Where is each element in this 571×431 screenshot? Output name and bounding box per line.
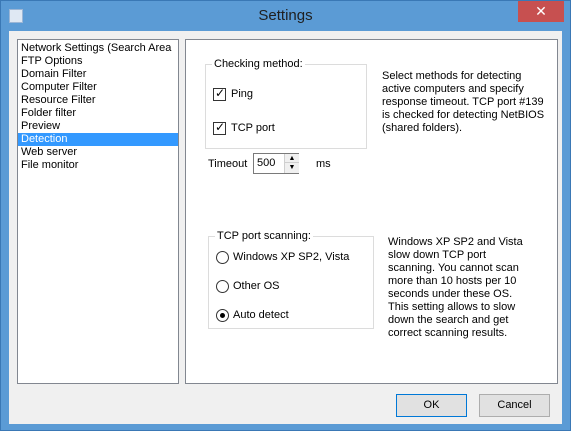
nav-item-resource-filter[interactable]: Resource Filter [18, 94, 178, 107]
nav-item-domain-filter[interactable]: Domain Filter [18, 68, 178, 81]
nav-item-web-server[interactable]: Web server [18, 146, 178, 159]
window-title: Settings [258, 7, 313, 24]
radio-selected-dot-icon [220, 312, 225, 318]
checkmark-icon: ✓ [215, 85, 226, 100]
windows-xp-radio[interactable] [216, 250, 229, 264]
tcp-port-checkbox[interactable]: ✓ [213, 119, 226, 135]
nav-item-preview[interactable]: Preview [18, 120, 178, 133]
other-os-label: Other OS [233, 280, 280, 292]
radio-row-windows-xp[interactable]: Windows XP SP2, Vista [216, 250, 349, 264]
auto-detect-radio[interactable] [216, 308, 229, 322]
spin-up-arrow-icon[interactable]: ▲ [285, 154, 299, 163]
other-os-radio[interactable] [216, 279, 229, 293]
nav-item-file-monitor[interactable]: File monitor [18, 159, 178, 172]
close-button[interactable]: ✕ [518, 1, 564, 22]
tcp-port-scanning-caption: TCP port scanning: [215, 230, 313, 243]
ping-checkbox[interactable]: ✓ [213, 85, 226, 101]
auto-detect-label: Auto detect [233, 309, 289, 321]
nav-item-folder-filter[interactable]: Folder filter [18, 107, 178, 120]
nav-item-network-settings[interactable]: Network Settings (Search Area [18, 42, 178, 55]
tcp-port-scanning-description: Windows XP SP2 and Vista slow down TCP p… [388, 236, 523, 339]
ping-checkbox-row[interactable]: ✓ Ping [213, 85, 254, 101]
timeout-spinner[interactable]: ▲ ▼ [253, 153, 299, 174]
radio-row-other-os[interactable]: Other OS [216, 279, 279, 293]
checking-method-caption: Checking method: [212, 58, 305, 71]
settings-window: Settings ✕ Network Settings (Search Area… [0, 0, 571, 431]
tcp-port-label: TCP port [231, 122, 275, 134]
timeout-spinner-buttons: ▲ ▼ [284, 154, 299, 173]
timeout-input[interactable] [254, 154, 284, 173]
cancel-button[interactable]: Cancel [479, 394, 550, 417]
ping-label: Ping [231, 88, 254, 100]
checking-method-group: Checking method: ✓ Ping ✓ TCP port [205, 58, 367, 149]
nav-item-computer-filter[interactable]: Computer Filter [18, 81, 178, 94]
settings-category-list[interactable]: Network Settings (Search Area FTP Option… [17, 39, 179, 384]
timeout-unit-label: ms [316, 158, 331, 170]
nav-item-detection[interactable]: Detection [18, 133, 178, 146]
tcp-port-scanning-group: TCP port scanning: Windows XP SP2, Vista… [208, 230, 374, 329]
dialog-client-area: Network Settings (Search Area FTP Option… [9, 31, 562, 424]
timeout-label: Timeout [208, 158, 248, 170]
ok-button[interactable]: OK [396, 394, 467, 417]
checking-method-description: Select methods for detecting active comp… [382, 70, 545, 134]
radio-row-auto-detect[interactable]: Auto detect [216, 308, 289, 322]
windows-xp-label: Windows XP SP2, Vista [233, 251, 350, 263]
nav-item-ftp-options[interactable]: FTP Options [18, 55, 178, 68]
detection-settings-panel: Checking method: ✓ Ping ✓ TCP port Selec… [185, 39, 558, 384]
tcp-port-checkbox-row[interactable]: ✓ TCP port [213, 119, 275, 135]
checkmark-icon: ✓ [215, 119, 226, 134]
title-bar[interactable]: Settings ✕ [1, 1, 570, 31]
spin-down-arrow-icon[interactable]: ▼ [285, 163, 299, 173]
